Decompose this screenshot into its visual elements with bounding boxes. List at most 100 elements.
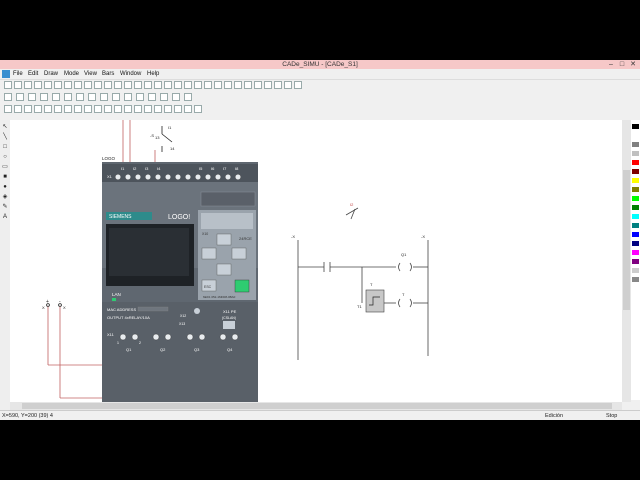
palette-color-swatch[interactable] [632,259,639,264]
menu-mode[interactable]: Mode [64,69,79,79]
menu-window[interactable]: Window [120,69,141,79]
tb3-tool-button[interactable] [174,105,182,113]
tb1-tool-button[interactable] [184,81,192,89]
palette-color-swatch[interactable] [632,268,639,273]
tb2-tool-button[interactable] [64,93,72,101]
tb3-tool-button[interactable] [64,105,72,113]
tb2-tool-button[interactable] [4,93,12,101]
tb1-tool-button[interactable] [264,81,272,89]
tb3-tool-button[interactable] [134,105,142,113]
key-down[interactable] [216,263,232,276]
palette-color-swatch[interactable] [632,142,639,147]
tb2-tool-button[interactable] [52,93,60,101]
key-up[interactable] [216,233,232,246]
maximize-button[interactable]: □ [617,60,627,69]
tb1-tool-button[interactable] [84,81,92,89]
tb1-tool-button[interactable] [144,81,152,89]
tb1-tool-button[interactable] [154,81,162,89]
tb2-tool-button[interactable] [124,93,132,101]
tb1-tool-button[interactable] [164,81,172,89]
tb3-tool-button[interactable] [194,105,202,113]
tb1-tool-button[interactable] [234,81,242,89]
tb1-tool-button[interactable] [274,81,282,89]
tb3-tool-button[interactable] [144,105,152,113]
horizontal-scroll-thumb[interactable] [22,403,612,409]
schematic-canvas[interactable]: I1 -S 13 14 Q1 A1 A2 + - X X LOGO X1 I1 … [10,120,622,410]
palette-color-swatch[interactable] [632,232,639,237]
tb3-tool-button[interactable] [74,105,82,113]
tb2-tool-button[interactable] [88,93,96,101]
close-button[interactable]: ✕ [628,60,638,69]
tb3-tool-button[interactable] [94,105,102,113]
tb3-tool-button[interactable] [4,105,12,113]
ellipse-tool-icon[interactable]: ○ [1,154,9,161]
text-tool-icon[interactable]: A [1,214,9,221]
app-icon[interactable] [2,70,10,78]
tb1-tool-button[interactable] [194,81,202,89]
tb2-tool-button[interactable] [160,93,168,101]
palette-color-swatch[interactable] [632,124,639,129]
menu-draw[interactable]: Draw [44,69,58,79]
key-left[interactable] [201,247,217,260]
tb2-tool-button[interactable] [28,93,36,101]
pencil-tool-icon[interactable]: ✎ [1,204,9,211]
tb1-tool-button[interactable] [74,81,82,89]
tb3-tool-button[interactable] [104,105,112,113]
tb3-tool-button[interactable] [14,105,22,113]
tb1-tool-button[interactable] [34,81,42,89]
key-ok[interactable] [234,279,250,293]
palette-color-swatch[interactable] [632,160,639,165]
tb1-tool-button[interactable] [104,81,112,89]
tb1-tool-button[interactable] [94,81,102,89]
tb1-tool-button[interactable] [24,81,32,89]
palette-color-swatch[interactable] [632,187,639,192]
tb2-tool-button[interactable] [148,93,156,101]
palette-color-swatch[interactable] [632,205,639,210]
tb1-tool-button[interactable] [294,81,302,89]
tb1-tool-button[interactable] [244,81,252,89]
tb1-tool-button[interactable] [4,81,12,89]
pointer-tool-icon[interactable]: ↖ [1,124,9,131]
vertical-scroll-thumb[interactable] [623,170,630,310]
palette-color-swatch[interactable] [632,250,639,255]
tb1-tool-button[interactable] [204,81,212,89]
tb2-tool-button[interactable] [172,93,180,101]
palette-color-swatch[interactable] [632,214,639,219]
tb1-tool-button[interactable] [134,81,142,89]
tb3-tool-button[interactable] [164,105,172,113]
tb3-tool-button[interactable] [184,105,192,113]
tb1-tool-button[interactable] [254,81,262,89]
tb3-tool-button[interactable] [84,105,92,113]
rounded-rect-tool-icon[interactable]: ▭ [1,164,9,171]
palette-color-swatch[interactable] [632,241,639,246]
tb1-tool-button[interactable] [114,81,122,89]
minimize-button[interactable]: – [606,60,616,69]
horizontal-scrollbar[interactable] [10,402,622,410]
tb2-tool-button[interactable] [40,93,48,101]
menu-view[interactable]: View [84,69,97,79]
tb3-tool-button[interactable] [124,105,132,113]
tb2-tool-button[interactable] [184,93,192,101]
menu-edit[interactable]: Edit [28,69,38,79]
bucket-tool-icon[interactable]: ◈ [1,194,9,201]
menu-bars[interactable]: Bars [102,69,114,79]
palette-color-swatch[interactable] [632,178,639,183]
tb3-tool-button[interactable] [154,105,162,113]
tb1-tool-button[interactable] [284,81,292,89]
tb3-tool-button[interactable] [24,105,32,113]
tb1-tool-button[interactable] [224,81,232,89]
tb2-tool-button[interactable] [100,93,108,101]
tb1-tool-button[interactable] [214,81,222,89]
fill-rect-tool-icon[interactable]: ■ [1,174,9,181]
rect-tool-icon[interactable]: □ [1,144,9,151]
tb2-tool-button[interactable] [16,93,24,101]
tb1-tool-button[interactable] [14,81,22,89]
tb1-tool-button[interactable] [44,81,52,89]
menu-help[interactable]: Help [147,69,159,79]
tb1-tool-button[interactable] [54,81,62,89]
tb1-tool-button[interactable] [64,81,72,89]
key-right[interactable] [231,247,247,260]
tb2-tool-button[interactable] [112,93,120,101]
line-tool-icon[interactable]: ╲ [1,134,9,141]
timer-block[interactable] [365,289,385,313]
